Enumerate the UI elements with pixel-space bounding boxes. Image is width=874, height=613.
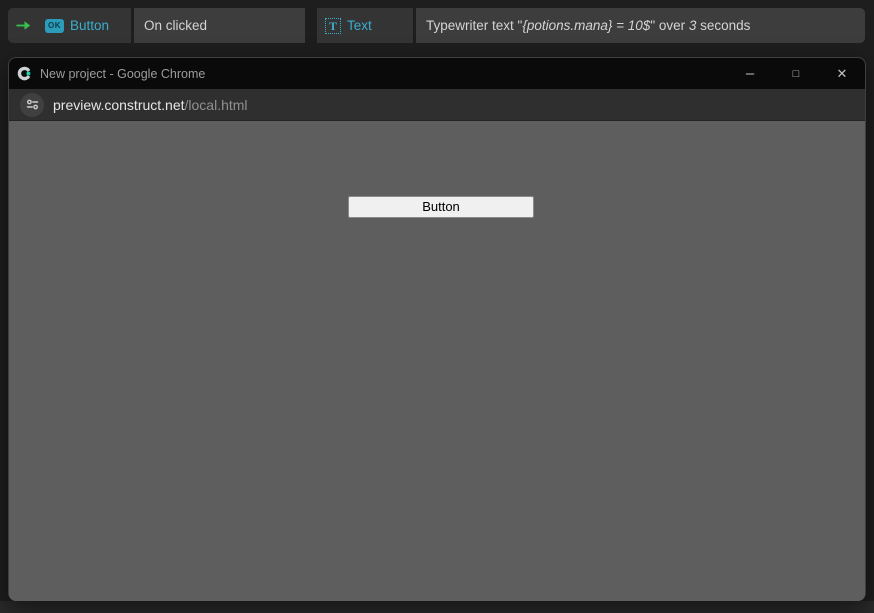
site-settings-tune-icon[interactable]	[20, 93, 44, 117]
page-button[interactable]: Button	[348, 196, 534, 218]
window-controls: – □ ✕	[727, 58, 865, 89]
maximize-button[interactable]: □	[773, 58, 819, 89]
address-bar: preview.construct.net/local.html	[9, 89, 865, 121]
condition-object-name: Button	[70, 18, 109, 33]
page-content: Button	[9, 121, 865, 601]
action-text: Typewriter text "{potions.mana} = 10$" o…	[426, 18, 750, 33]
url-path: /local.html	[185, 97, 248, 113]
condition-text: On clicked	[144, 18, 207, 33]
event-arrow-icon	[16, 20, 31, 31]
event-action-cell[interactable]: Typewriter text "{potions.mana} = 10$" o…	[416, 8, 865, 43]
url-domain: preview.construct.net	[53, 97, 185, 113]
event-action-object-cell[interactable]: T Text	[317, 8, 413, 43]
construct-c-logo-icon	[16, 65, 33, 82]
condition-action-divider	[305, 8, 317, 43]
close-button[interactable]: ✕	[819, 58, 865, 89]
window-titlebar[interactable]: New project - Google Chrome – □ ✕	[9, 58, 865, 89]
event-row: OK Button On clicked T Text Typewriter t…	[8, 8, 865, 43]
browser-window: New project - Google Chrome – □ ✕ previe…	[8, 57, 866, 601]
background-strip	[0, 601, 874, 613]
url-text[interactable]: preview.construct.net/local.html	[53, 97, 248, 113]
event-condition-cell[interactable]: On clicked	[134, 8, 305, 43]
ok-button-plugin-icon: OK	[45, 19, 64, 33]
minimize-button[interactable]: –	[727, 58, 773, 93]
event-condition-object-cell[interactable]: OK Button	[8, 8, 131, 43]
action-object-name: Text	[347, 18, 372, 33]
text-plugin-icon: T	[325, 18, 341, 34]
window-title: New project - Google Chrome	[40, 67, 727, 81]
